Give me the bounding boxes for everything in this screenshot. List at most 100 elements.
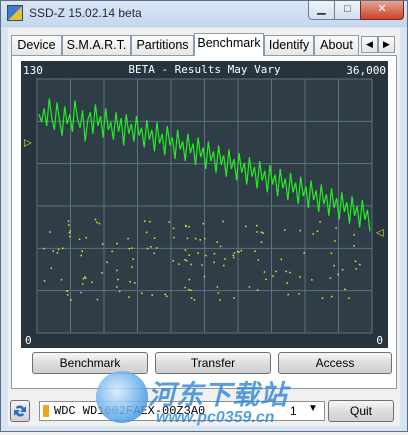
chart-access-point bbox=[168, 221, 170, 223]
tab-scroll-right-icon[interactable]: ▶ bbox=[378, 36, 395, 53]
chart-access-point bbox=[128, 296, 130, 298]
chart-access-point bbox=[50, 267, 53, 269]
tab-scroll-left-icon[interactable]: ◀ bbox=[361, 36, 378, 53]
chart-access-point bbox=[188, 288, 190, 291]
chart-access-point bbox=[106, 261, 108, 264]
chart-access-point bbox=[298, 293, 300, 295]
chart-title: BETA - Results May Vary bbox=[128, 63, 281, 76]
chart-access-point bbox=[319, 221, 321, 223]
chart-access-point bbox=[151, 294, 153, 296]
chart-access-point bbox=[185, 225, 187, 228]
chart-access-point bbox=[117, 278, 119, 281]
refresh-button[interactable] bbox=[10, 400, 30, 422]
chart-access-point bbox=[172, 227, 175, 230]
chart-access-point bbox=[111, 250, 113, 253]
close-button[interactable]: ✕ bbox=[360, 1, 404, 20]
chart-access-point bbox=[265, 278, 267, 281]
chart-access-point bbox=[334, 240, 336, 242]
chart-access-point bbox=[140, 292, 143, 294]
chart-access-point bbox=[129, 281, 131, 283]
benchmark-panel: BETA - Results May Vary 130 36,000 0 0 ▷ ◁ Ben… bbox=[11, 55, 397, 389]
chart-access-point bbox=[81, 250, 83, 252]
chart-access-point bbox=[289, 271, 291, 274]
chart-access-point bbox=[353, 234, 355, 236]
chart-access-point bbox=[299, 229, 301, 232]
app-window: SSD-Z 15.02.14 beta ▁ □ ✕ Device S.M.A.R… bbox=[0, 0, 408, 432]
chart-access-point bbox=[80, 291, 82, 294]
chart-access-point bbox=[311, 279, 313, 281]
chart-access-point bbox=[257, 259, 259, 261]
tab-smart[interactable]: S.M.A.R.T. bbox=[62, 35, 131, 55]
chart-access-point bbox=[101, 272, 103, 274]
chart-access-point bbox=[194, 237, 197, 240]
chart-access-point bbox=[66, 290, 68, 292]
maximize-button[interactable]: □ bbox=[334, 1, 361, 20]
chart-access-point bbox=[354, 260, 357, 262]
chart-access-point bbox=[236, 250, 239, 253]
chart-access-point bbox=[101, 243, 104, 245]
chart-access-point bbox=[213, 253, 216, 255]
chart-access-point bbox=[81, 283, 84, 285]
chart-access-point bbox=[245, 225, 247, 228]
chart-access-point bbox=[280, 258, 282, 261]
chart-access-point bbox=[185, 259, 188, 262]
minimize-button[interactable]: ▁ bbox=[308, 1, 335, 20]
chevron-down-icon[interactable]: ▼ bbox=[308, 403, 318, 414]
tab-about[interactable]: About bbox=[314, 35, 359, 55]
quit-button[interactable]: Quit bbox=[328, 400, 394, 422]
chart-access-point bbox=[287, 293, 289, 296]
chart-access-point bbox=[96, 221, 98, 224]
chart-access-point bbox=[284, 229, 286, 231]
chart-access-point bbox=[134, 282, 136, 284]
chart-access-point bbox=[233, 252, 236, 254]
chart-access-point bbox=[286, 282, 288, 284]
chart-access-point bbox=[43, 280, 46, 282]
chart-access-point bbox=[199, 239, 201, 241]
chart-access-point bbox=[219, 299, 221, 301]
chart-access-point bbox=[184, 286, 186, 289]
tab-device[interactable]: Device bbox=[11, 35, 62, 55]
chart-access-point bbox=[219, 245, 222, 248]
chart-access-point bbox=[190, 289, 192, 292]
access-button[interactable]: Access bbox=[278, 352, 392, 374]
tab-partitions[interactable]: Partitions bbox=[131, 35, 194, 55]
chart-access-point bbox=[254, 250, 256, 252]
chart-access-point bbox=[56, 252, 59, 254]
chart-access-point bbox=[216, 286, 219, 288]
drive-name: WDC WD1002FAEX-00Z3A0 bbox=[54, 404, 206, 418]
chart-access-point bbox=[188, 254, 190, 256]
drive-select[interactable]: WDC WD1002FAEX-00Z3A0 1 ▼ bbox=[39, 401, 325, 421]
chart-access-point bbox=[149, 220, 151, 223]
chart-access-point bbox=[353, 245, 355, 247]
chart-access-point bbox=[256, 289, 259, 291]
chart-access-point bbox=[223, 264, 225, 267]
chart-access-point bbox=[116, 286, 118, 288]
y-left-min-label: 0 bbox=[25, 334, 32, 347]
tab-identify[interactable]: Identify bbox=[264, 35, 314, 55]
tab-benchmark[interactable]: Benchmark bbox=[194, 33, 264, 56]
chart-access-point bbox=[127, 237, 129, 240]
chart-access-point bbox=[232, 254, 234, 257]
chart-access-point bbox=[146, 247, 149, 250]
chart-access-point bbox=[67, 220, 70, 222]
chart-access-point bbox=[184, 249, 187, 251]
chart-access-point bbox=[216, 241, 218, 243]
chart-access-point bbox=[78, 238, 81, 240]
chart-access-point bbox=[156, 247, 158, 249]
chart-access-point bbox=[57, 248, 60, 251]
chart-access-point bbox=[67, 294, 69, 296]
chart-access-point bbox=[98, 222, 101, 225]
chart-access-point bbox=[60, 279, 63, 281]
chart-access-point bbox=[188, 226, 190, 228]
title-bar[interactable]: SSD-Z 15.02.14 beta ▁ □ ✕ bbox=[1, 1, 407, 27]
benchmark-button[interactable]: Benchmark bbox=[32, 352, 148, 374]
transfer-button[interactable]: Transfer bbox=[155, 352, 271, 374]
chart-access-point bbox=[178, 263, 180, 265]
benchmark-chart: BETA - Results May Vary 130 36,000 0 0 ▷ ◁ bbox=[21, 61, 388, 348]
chart-access-point bbox=[275, 270, 277, 273]
chart-access-point bbox=[240, 249, 242, 252]
chart-access-point bbox=[85, 236, 87, 239]
drive-index: 1 bbox=[290, 404, 297, 418]
chart-access-point bbox=[213, 261, 215, 264]
chart-access-point bbox=[190, 263, 192, 266]
